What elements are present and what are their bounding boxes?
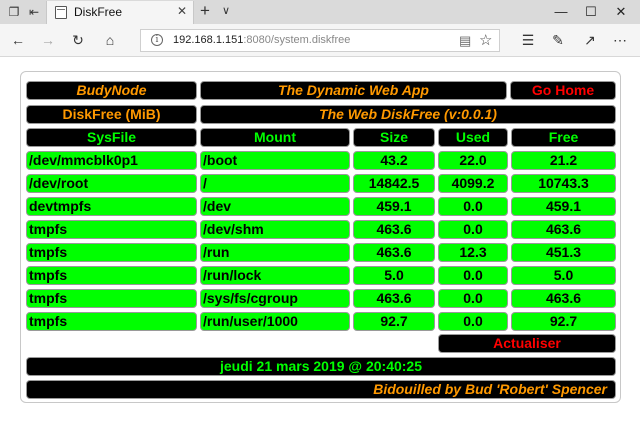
size-cell: 14842.5	[353, 174, 435, 193]
favorite-star-icon[interactable]: ☆	[479, 31, 492, 49]
footer-credit: Bidouilled by Bud 'Robert' Spencer	[26, 380, 616, 399]
size-cell: 463.6	[353, 220, 435, 239]
set-tabs-aside-icon[interactable]: ⇤	[26, 4, 42, 20]
more-menu-icon[interactable]: ⋯	[610, 31, 630, 49]
refresh-button[interactable]: Actualiser	[438, 334, 616, 353]
browser-tab[interactable]: DiskFree ✕	[46, 1, 194, 24]
chevron-down-icon[interactable]: ∨	[222, 4, 230, 17]
used-cell: 0.0	[438, 312, 508, 331]
new-tab-icon[interactable]: +	[200, 1, 210, 21]
address-bar[interactable]: i 192.168.1.151:8080/system.diskfree ▤ ☆	[140, 29, 500, 52]
column-header-free: Free	[511, 128, 616, 147]
reading-view-icon[interactable]: ▤	[459, 33, 471, 49]
size-cell: 463.6	[353, 289, 435, 308]
free-cell: 5.0	[511, 266, 616, 285]
maximize-icon[interactable]: ☐	[576, 2, 606, 22]
used-cell: 0.0	[438, 289, 508, 308]
mount-cell: /dev/shm	[200, 220, 350, 239]
tab-title: DiskFree	[74, 5, 123, 19]
column-header-size: Size	[353, 128, 435, 147]
go-home-button[interactable]: Go Home	[510, 81, 616, 100]
mount-cell: /sys/fs/cgroup	[200, 289, 350, 308]
tab-preview-icon[interactable]: ❐	[6, 4, 22, 20]
free-cell: 451.3	[511, 243, 616, 262]
site-info-icon[interactable]: i	[151, 34, 163, 46]
browser-tab-bar: ❐ ⇤ DiskFree ✕ + ∨ — ☐ ✕	[0, 0, 640, 24]
sysfile-cell: tmpfs	[26, 289, 197, 308]
section-title: The Web DiskFree (v:0.0.1)	[200, 105, 616, 124]
address-url[interactable]: 192.168.1.151:8080/system.diskfree	[173, 34, 350, 46]
close-window-icon[interactable]: ✕	[606, 2, 636, 22]
sysfile-cell: /dev/root	[26, 174, 197, 193]
mount-cell: /run/lock	[200, 266, 350, 285]
sysfile-cell: devtmpfs	[26, 197, 197, 216]
free-cell: 459.1	[511, 197, 616, 216]
size-cell: 92.7	[353, 312, 435, 331]
browser-nav-bar: ← → ↻ ⌂ i 192.168.1.151:8080/system.disk…	[0, 24, 640, 57]
sysfile-cell: tmpfs	[26, 312, 197, 331]
used-cell: 12.3	[438, 243, 508, 262]
size-cell: 459.1	[353, 197, 435, 216]
size-cell: 463.6	[353, 243, 435, 262]
size-cell: 5.0	[353, 266, 435, 285]
free-cell: 463.6	[511, 289, 616, 308]
used-cell: 4099.2	[438, 174, 508, 193]
column-header-used: Used	[438, 128, 508, 147]
used-cell: 0.0	[438, 197, 508, 216]
diskfree-panel: BudyNode The Dynamic Web App Go Home Dis…	[20, 71, 621, 403]
node-label: BudyNode	[26, 81, 197, 100]
sysfile-cell: /dev/mmcblk0p1	[26, 151, 197, 170]
share-icon[interactable]: ↗	[580, 31, 600, 49]
minimize-icon[interactable]: —	[546, 2, 576, 22]
mount-cell: /run/user/1000	[200, 312, 350, 331]
close-tab-icon[interactable]: ✕	[177, 4, 187, 18]
size-cell: 43.2	[353, 151, 435, 170]
mount-cell: /	[200, 174, 350, 193]
sysfile-cell: tmpfs	[26, 266, 197, 285]
favorites-hub-icon[interactable]: ☰	[518, 31, 538, 49]
mount-cell: /run	[200, 243, 350, 262]
home-icon[interactable]: ⌂	[100, 31, 120, 49]
page-favicon-icon	[55, 6, 67, 19]
free-cell: 10743.3	[511, 174, 616, 193]
back-icon[interactable]: ←	[8, 31, 28, 49]
used-cell: 0.0	[438, 266, 508, 285]
used-cell: 0.0	[438, 220, 508, 239]
free-cell: 92.7	[511, 312, 616, 331]
forward-icon[interactable]: →	[38, 31, 58, 49]
app-title: The Dynamic Web App	[200, 81, 507, 100]
section-label: DiskFree (MiB)	[26, 105, 197, 124]
free-cell: 21.2	[511, 151, 616, 170]
sysfile-cell: tmpfs	[26, 243, 197, 262]
column-header-sysfile: SysFile	[26, 128, 197, 147]
mount-cell: /dev	[200, 197, 350, 216]
mount-cell: /boot	[200, 151, 350, 170]
free-cell: 463.6	[511, 220, 616, 239]
timestamp-bar: jeudi 21 mars 2019 @ 20:40:25	[26, 357, 616, 376]
refresh-icon[interactable]: ↻	[68, 31, 88, 49]
sysfile-cell: tmpfs	[26, 220, 197, 239]
column-header-mount: Mount	[200, 128, 350, 147]
web-note-icon[interactable]: ✎	[548, 31, 568, 49]
used-cell: 22.0	[438, 151, 508, 170]
